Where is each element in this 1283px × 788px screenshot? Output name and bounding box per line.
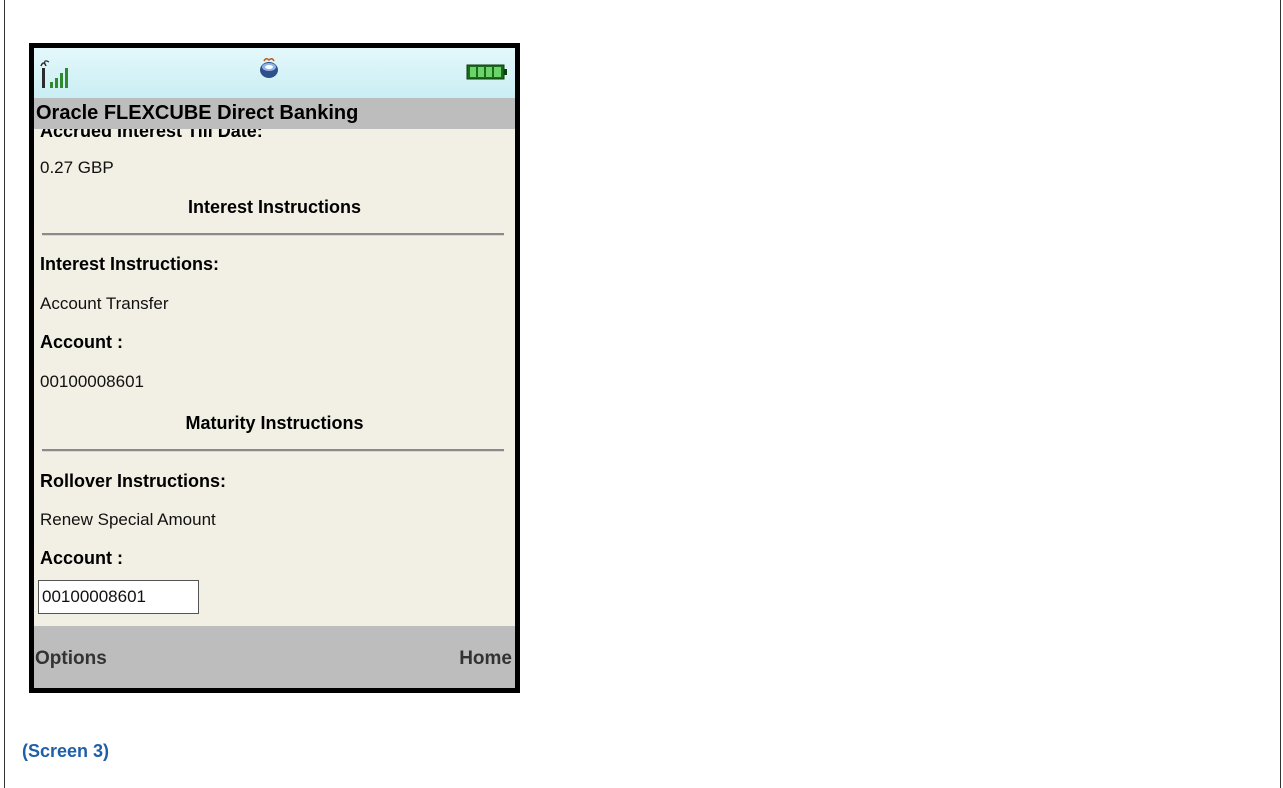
maturity-account-label: Account : [40,548,123,568]
interest-account-label: Account : [40,332,123,352]
signal-strength-icon [40,60,68,88]
app-title: Oracle FLEXCUBE Direct Banking [36,102,359,124]
accrued-interest-value: 0.27 GBP [40,158,114,177]
options-softkey[interactable]: Options [35,648,107,670]
interest-section-title: Interest Instructions [187,197,362,217]
maturity-section-title: Maturity Instructions [185,413,364,433]
deposit-details[interactable]: Accrued Interest Till Date: 0.27 GBP Int… [34,129,515,626]
interest-instructions-label: Interest Instructions: [40,254,220,274]
rollover-instructions-value: Renew Special Amount [40,510,216,529]
app-title-bar: Oracle FLEXCUBE Direct Banking [34,98,515,129]
maturity-account-value-focused[interactable]: 00100008601 [38,580,199,614]
phone-device: Oracle FLEXCUBE Direct Banking Accrued I… [29,43,520,693]
phone-screen: Oracle FLEXCUBE Direct Banking Accrued I… [34,48,515,688]
section-divider [42,233,504,236]
battery-icon [466,64,507,80]
home-softkey[interactable]: Home [459,648,512,670]
accrued-interest-label: Accrued Interest Till Date: [40,129,263,141]
status-bar [34,48,515,98]
interest-account-value: 00100008601 [40,372,145,391]
java-cup-icon [260,57,278,78]
rollover-instructions-label: Rollover Instructions: [40,471,227,491]
softkey-bar: Options Home [34,626,515,688]
interest-instructions-value: Account Transfer [40,294,169,313]
screen-caption: (Screen 3) [22,741,110,761]
section-divider [42,449,504,452]
